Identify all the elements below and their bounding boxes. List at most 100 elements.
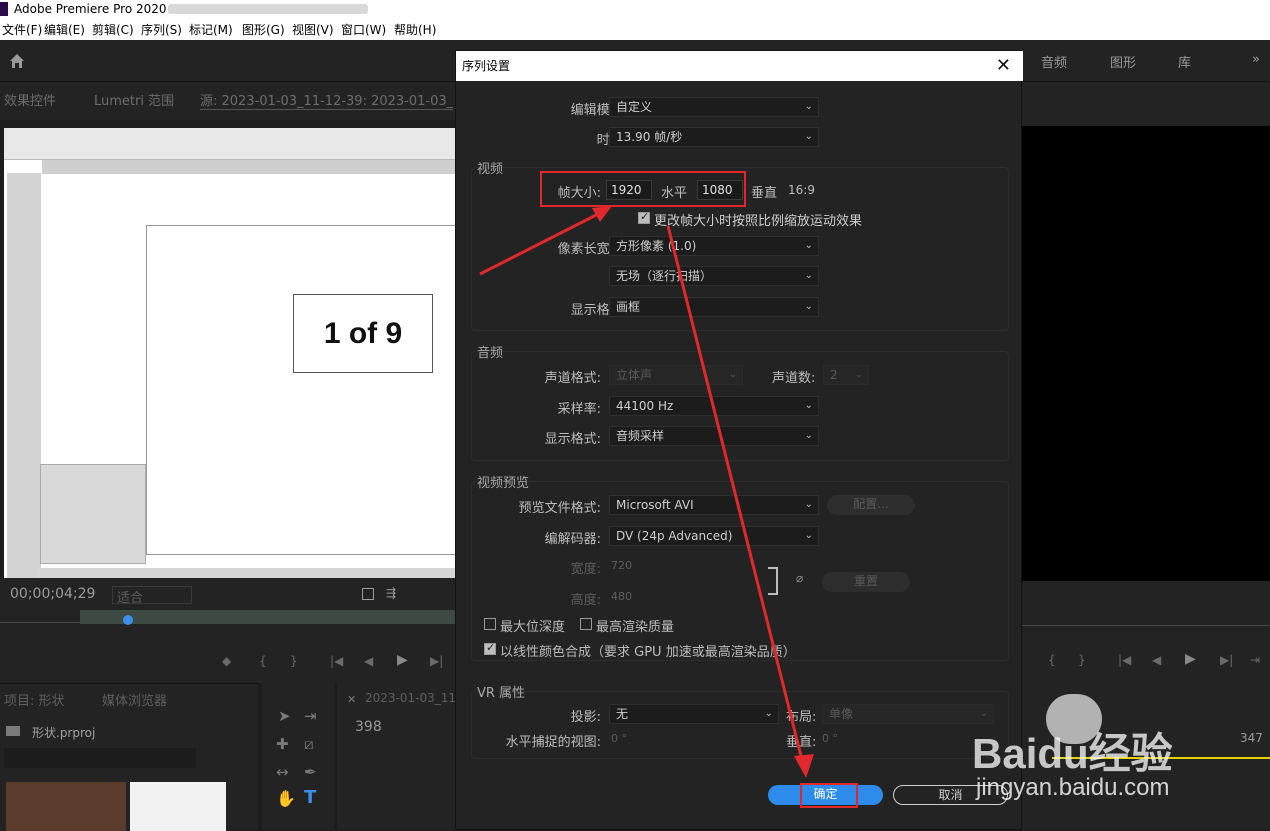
menu-edit[interactable]: 编辑(E) — [44, 21, 85, 38]
horizontal-capture-value[interactable]: 0 ° — [611, 732, 627, 745]
scrub-bar[interactable] — [80, 610, 455, 624]
menu-window[interactable]: 窗口(W) — [341, 21, 386, 38]
configure-button[interactable]: 配置... — [827, 495, 915, 515]
step-forward-icon[interactable]: ▶| — [1220, 653, 1233, 667]
go-to-in-icon[interactable]: |◀ — [1118, 653, 1131, 667]
workspace-libraries[interactable]: 库 — [1178, 52, 1191, 71]
workspace-graphics[interactable]: 图形 — [1110, 52, 1136, 71]
codec-dropdown[interactable]: DV (24p Advanced) ⌄ — [609, 526, 819, 546]
timebase-dropdown[interactable]: 13.90 帧/秒 ⌄ — [609, 127, 819, 147]
mark-out-icon[interactable]: } — [290, 654, 298, 668]
folder-icon — [6, 726, 20, 736]
export-frame-icon[interactable]: ⇶ — [386, 586, 396, 600]
playhead[interactable] — [123, 615, 133, 625]
linear-color-label: 以线性颜色合成（要求 GPU 加速或最高渲染品质） — [500, 645, 796, 660]
tab-effect-controls[interactable]: 效果控件 — [4, 90, 56, 109]
display-format-dropdown[interactable]: 画框 ⌄ — [609, 297, 819, 317]
type-tool-icon[interactable]: T — [304, 787, 316, 808]
audio-display-format-dropdown[interactable]: 音频采样 ⌄ — [609, 426, 819, 446]
play-icon[interactable]: ▶ — [1185, 651, 1196, 667]
close-icon[interactable]: ✕ — [347, 693, 356, 706]
linear-color-checkbox[interactable] — [484, 641, 496, 655]
slip-tool-icon[interactable]: ↔ — [276, 763, 289, 781]
height-value[interactable]: 480 — [611, 590, 632, 603]
settings-icon[interactable] — [362, 588, 374, 600]
mark-in-icon[interactable]: { — [259, 654, 267, 668]
menu-help[interactable]: 帮助(H) — [394, 21, 436, 38]
max-bit-depth-checkbox[interactable] — [484, 618, 496, 630]
pixel-aspect-dropdown[interactable]: 方形像素 (1.0) ⌄ — [609, 236, 819, 256]
workspace-audio[interactable]: 音频 — [1041, 52, 1067, 71]
source-timecode[interactable]: 00;00;04;29 — [10, 586, 95, 602]
project-file-name[interactable]: 形状.prproj — [32, 724, 95, 741]
ripple-edit-tool-icon[interactable]: ✚ — [276, 735, 289, 753]
selection-tool-icon[interactable]: ➤ — [278, 707, 291, 725]
channel-format-dropdown[interactable]: 立体声 ⌄ — [609, 365, 743, 385]
fit-value: 适合 — [117, 591, 144, 606]
channel-format-label: 声道格式: — [544, 371, 601, 386]
project-panel: 项目: 形状 媒体浏览器 形状.prproj — [0, 683, 258, 831]
step-back-icon[interactable]: ◀ — [364, 654, 373, 668]
layout-value: 单像 — [829, 707, 854, 721]
home-icon[interactable] — [8, 52, 26, 70]
menu-view[interactable]: 视图(V) — [292, 21, 334, 38]
thumbnail-clip-2[interactable] — [130, 782, 226, 831]
sample-rate-dropdown[interactable]: 44100 Hz ⌄ — [609, 396, 819, 416]
menu-sequence[interactable]: 序列(S) — [141, 21, 182, 38]
pen-tool-icon[interactable]: ✒ — [304, 763, 317, 781]
vertical-vr-value[interactable]: 0 ° — [822, 732, 838, 745]
tab-source[interactable]: 源: 2023-01-03_11-12-39: 2023-01-03_11-12… — [200, 90, 453, 110]
go-to-out-icon[interactable]: ⇥ — [1250, 653, 1260, 667]
projection-dropdown[interactable]: 无 ⌄ — [609, 704, 779, 724]
tab-lumetri-scopes[interactable]: Lumetri 范围 — [94, 90, 174, 109]
thumbnail-clip-1[interactable] — [6, 782, 126, 831]
dialog-title-bar: 序列设置 — [456, 51, 1023, 81]
scale-motion-checkbox[interactable] — [638, 210, 650, 224]
razor-tool-icon[interactable]: ⧄ — [304, 735, 314, 753]
cancel-button[interactable]: 取消 — [893, 785, 1008, 805]
edit-mode-dropdown[interactable]: 自定义 ⌄ — [609, 97, 819, 117]
horizontal-capture-label: 水平捕捉的视图: — [505, 735, 601, 750]
step-forward-icon[interactable]: ▶| — [430, 654, 443, 668]
menu-file[interactable]: 文件(F) — [2, 21, 42, 38]
go-to-in-icon[interactable]: |◀ — [330, 654, 343, 668]
menu-graphics[interactable]: 图形(G) — [242, 21, 285, 38]
max-bit-depth-label: 最大位深度 — [500, 620, 566, 635]
layout-dropdown[interactable]: 单像 ⌄ — [822, 704, 994, 724]
close-icon[interactable]: ✕ — [996, 55, 1011, 76]
play-icon[interactable]: ▶ — [397, 652, 408, 668]
tab-project[interactable]: 项目: 形状 — [4, 690, 65, 709]
width-value[interactable]: 720 — [611, 559, 632, 572]
step-back-icon[interactable]: ◀ — [1152, 653, 1161, 667]
program-panel-tabs — [1022, 82, 1270, 126]
menu-clip[interactable]: 剪辑(C) — [92, 21, 134, 38]
mark-out-icon[interactable]: } — [1078, 653, 1086, 667]
marker-icon[interactable]: ◆ — [222, 654, 231, 668]
timeline-timecode[interactable]: 398 — [355, 719, 382, 735]
field-dropdown[interactable]: 无场（逐行扫描） ⌄ — [609, 266, 819, 286]
workspace-more-icon[interactable]: » — [1252, 52, 1260, 67]
tab-media-browser[interactable]: 媒体浏览器 — [102, 690, 167, 709]
fit-dropdown[interactable]: 适合 — [112, 586, 192, 606]
link-icon[interactable]: ⌀ — [796, 571, 803, 585]
max-render-quality-label: 最高渲染质量 — [596, 620, 675, 635]
embedded-align-panel — [40, 464, 146, 564]
preview-format-value: Microsoft AVI — [616, 498, 694, 512]
preview-format-dropdown[interactable]: Microsoft AVI ⌄ — [609, 495, 819, 515]
projection-label: 投影: — [570, 710, 601, 725]
hand-tool-icon[interactable]: ✋ — [276, 789, 296, 808]
sequence-settings-dialog: 序列设置 ✕ 编辑模式: 自定义⌄ 时基: 13.90 帧/秒⌄ 视频 帧大小:… — [455, 50, 1023, 830]
project-search-input[interactable] — [4, 748, 196, 768]
reset-button[interactable]: 重置 — [822, 572, 910, 592]
track-select-tool-icon[interactable]: ⇥ — [304, 707, 317, 725]
channels-dropdown[interactable]: 2 ⌄ — [823, 365, 869, 385]
display-format-value: 画框 — [616, 300, 641, 314]
premiere-logo-icon — [0, 2, 8, 16]
blurred-project-path — [168, 4, 368, 14]
vertical-vr-label: 垂直: — [786, 735, 817, 750]
layout-label: 布局: — [786, 710, 817, 725]
field-value: 无场（逐行扫描） — [616, 269, 713, 283]
max-render-quality-checkbox[interactable] — [580, 618, 592, 630]
mark-in-icon[interactable]: { — [1048, 653, 1056, 667]
menu-marker[interactable]: 标记(M) — [189, 21, 233, 38]
